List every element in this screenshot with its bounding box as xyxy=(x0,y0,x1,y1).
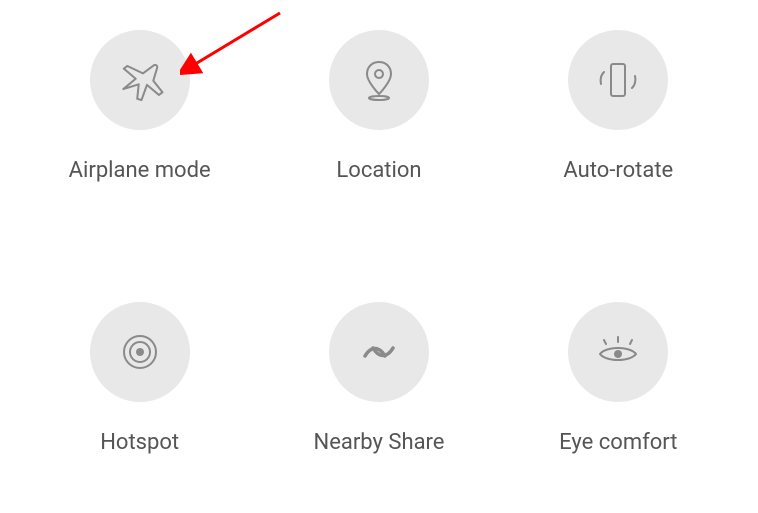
airplane-mode-toggle[interactable]: Airplane mode xyxy=(20,30,259,222)
auto-rotate-toggle[interactable]: Auto-rotate xyxy=(499,30,738,222)
location-toggle[interactable]: Location xyxy=(259,30,498,222)
nearby-share-label: Nearby Share xyxy=(314,430,445,455)
location-label: Location xyxy=(336,158,421,183)
hotspot-toggle[interactable]: Hotspot xyxy=(20,302,259,494)
location-icon xyxy=(355,56,403,104)
airplane-mode-label: Airplane mode xyxy=(69,158,211,183)
nearby-share-icon xyxy=(355,328,403,376)
airplane-mode-circle xyxy=(90,30,190,130)
auto-rotate-circle xyxy=(568,30,668,130)
eye-comfort-toggle[interactable]: Eye comfort xyxy=(499,302,738,494)
location-circle xyxy=(329,30,429,130)
hotspot-label: Hotspot xyxy=(100,430,179,455)
eye-comfort-circle xyxy=(568,302,668,402)
hotspot-icon xyxy=(116,328,164,376)
airplane-icon xyxy=(116,56,164,104)
eye-comfort-icon xyxy=(594,328,642,376)
nearby-share-circle xyxy=(329,302,429,402)
hotspot-circle xyxy=(90,302,190,402)
auto-rotate-icon xyxy=(594,56,642,104)
quick-settings-grid: Airplane mode Location Auto-rotate xyxy=(0,0,758,513)
eye-comfort-label: Eye comfort xyxy=(559,430,677,455)
auto-rotate-label: Auto-rotate xyxy=(563,158,673,183)
nearby-share-toggle[interactable]: Nearby Share xyxy=(259,302,498,494)
